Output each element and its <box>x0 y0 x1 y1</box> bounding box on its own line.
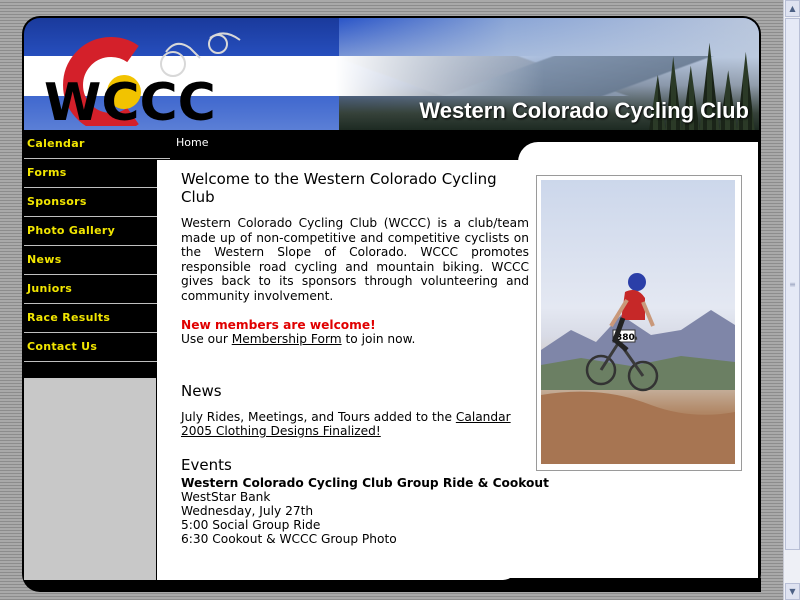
event-time-ride: 5:00 Social Group Ride <box>181 518 321 532</box>
breadcrumb[interactable]: Home <box>176 136 208 149</box>
welcome-paragraph: Western Colorado Cycling Club (WCCC) is … <box>181 216 529 303</box>
event-location: WestStar Bank <box>181 490 271 504</box>
event-date: Wednesday, July 27th <box>181 504 314 518</box>
nav-item-contact-us[interactable]: Contact Us <box>24 333 170 362</box>
welcome-section: Welcome to the Western Colorado Cycling … <box>181 170 529 347</box>
event-title: Western Colorado Cycling Club Group Ride… <box>181 476 549 490</box>
news-item-rides: July Rides, Meetings, and Tours added to… <box>181 410 511 424</box>
membership-form-link[interactable]: Membership Form <box>232 332 342 346</box>
featured-photo-frame: 380 <box>536 175 742 471</box>
nav-item-photo-gallery[interactable]: Photo Gallery <box>24 217 170 246</box>
nav-item-news[interactable]: News <box>24 246 170 275</box>
news-heading: News <box>181 382 222 400</box>
nav-item-calendar[interactable]: Calendar <box>24 130 170 159</box>
join-line: Use our Membership Form to join now. <box>181 332 416 347</box>
mountain-biker-photo[interactable]: 380 <box>541 180 735 464</box>
calendar-link[interactable]: Calandar <box>456 410 511 424</box>
scroll-thumb[interactable]: ≡ <box>785 18 800 550</box>
news-item-clothing: 2005 Clothing Designs Finalized! <box>181 424 381 438</box>
nav-item-race-results[interactable]: Race Results <box>24 304 170 333</box>
welcome-heading: Welcome to the Western Colorado Cycling … <box>181 170 497 206</box>
events-heading: Events <box>181 456 232 474</box>
scroll-down-button[interactable]: ▼ <box>785 583 800 600</box>
header-banner: WCCC Western Colorado Cycling Club <box>24 18 759 130</box>
nav-item-sponsors[interactable]: Sponsors <box>24 188 170 217</box>
event-time-cookout: 6:30 Cookout & WCCC Group Photo <box>181 532 397 546</box>
nav-item-juniors[interactable]: Juniors <box>24 275 170 304</box>
clothing-designs-link[interactable]: 2005 Clothing Designs Finalized! <box>181 424 381 438</box>
nav-item-forms[interactable]: Forms <box>24 159 170 188</box>
scroll-up-button[interactable]: ▲ <box>785 0 800 17</box>
banner-title: Western Colorado Cycling Club <box>419 98 749 123</box>
wccc-logo[interactable]: WCCC <box>38 26 278 126</box>
new-members-notice: New members are welcome! <box>181 317 376 332</box>
event-details: Western Colorado Cycling Club Group Ride… <box>181 476 549 546</box>
logo-text: WCCC <box>44 73 216 126</box>
vertical-scrollbar[interactable]: ▲ ≡ ▼ <box>783 0 800 600</box>
sidebar-filler <box>24 378 156 580</box>
